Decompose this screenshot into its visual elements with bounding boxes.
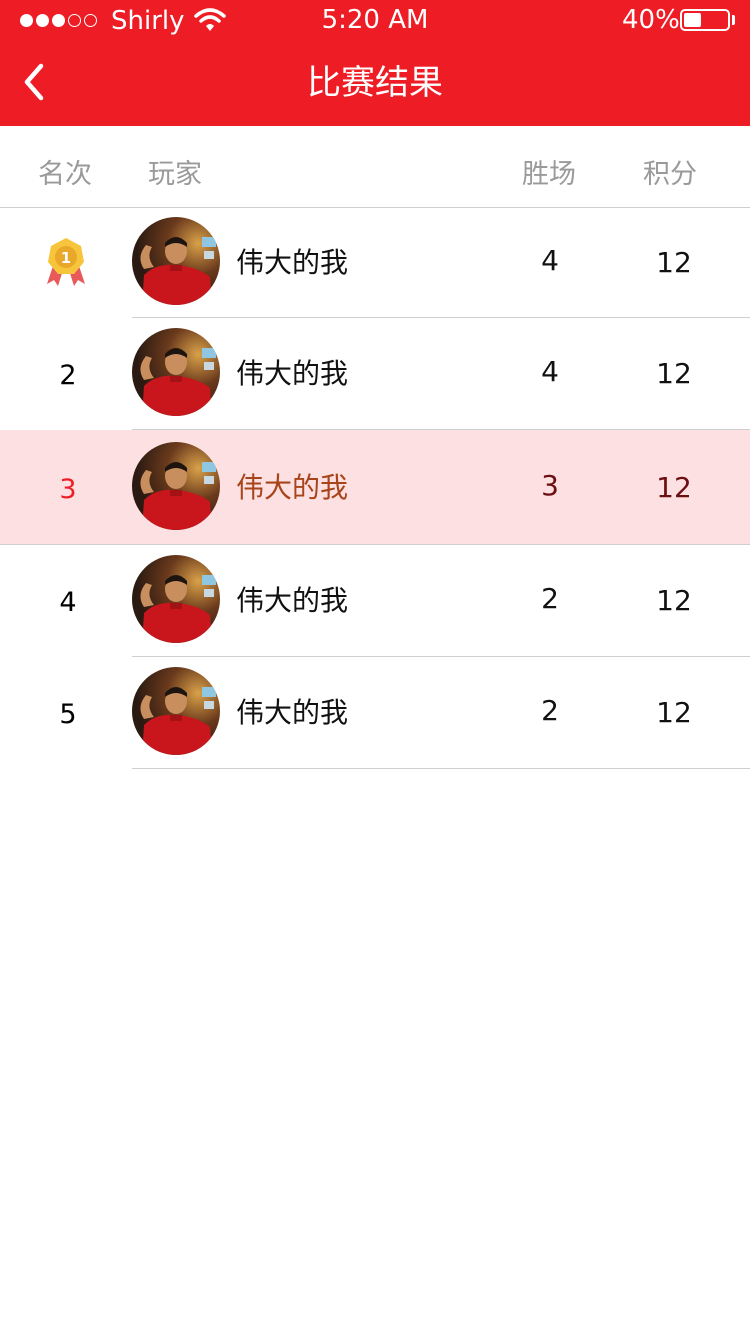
player-name: 伟大的我 (236, 246, 349, 279)
row-divider (132, 768, 750, 769)
chevron-left-icon (24, 63, 44, 101)
wins-count: 3 (541, 468, 559, 502)
points-value: 12 (656, 470, 692, 504)
avatar (132, 555, 220, 643)
player-name: 伟大的我 (236, 357, 349, 390)
rank-number: 5 (59, 699, 77, 730)
avatar (132, 217, 220, 305)
wins-count: 4 (541, 244, 559, 277)
svg-text:1: 1 (61, 249, 71, 267)
wins-count: 2 (541, 582, 559, 615)
points-value: 12 (656, 246, 692, 279)
table-header: 名次 玩家 胜场 积分 (0, 126, 750, 208)
app-header: Shirly 5:20 AM 40% 比赛结果 (0, 0, 750, 126)
back-button[interactable] (10, 54, 70, 114)
rank-number: 3 (59, 473, 77, 505)
wins-count: 4 (541, 355, 559, 388)
avatar (132, 328, 220, 416)
player-name: 伟大的我 (236, 470, 349, 504)
avatar (132, 441, 220, 530)
points-value: 12 (656, 584, 692, 617)
player-name: 伟大的我 (236, 584, 349, 617)
gold-medal-icon: 1 (44, 236, 88, 288)
battery-icon (680, 9, 730, 31)
wins-count: 2 (541, 694, 559, 727)
table-row[interactable]: 2 伟大的我 4 12 (0, 318, 750, 430)
table-row[interactable]: 3 伟大的我 3 12 (0, 430, 750, 545)
avatar (132, 667, 220, 755)
player-name: 伟大的我 (236, 696, 349, 729)
table-row[interactable]: 4 伟大的我 2 12 (0, 545, 750, 657)
points-value: 12 (656, 696, 692, 729)
navigation-bar: 比赛结果 (0, 42, 750, 126)
table-row[interactable]: 1 伟大的我 4 12 (0, 208, 750, 318)
page-title: 比赛结果 (307, 63, 443, 103)
rank-number: 4 (59, 587, 77, 618)
status-bar: Shirly 5:20 AM 40% (0, 0, 750, 42)
points-value: 12 (656, 357, 692, 390)
table-row[interactable]: 5 伟大的我 2 12 (0, 657, 750, 769)
battery-percent: 40% (622, 5, 680, 35)
rank-number: 2 (59, 360, 77, 391)
